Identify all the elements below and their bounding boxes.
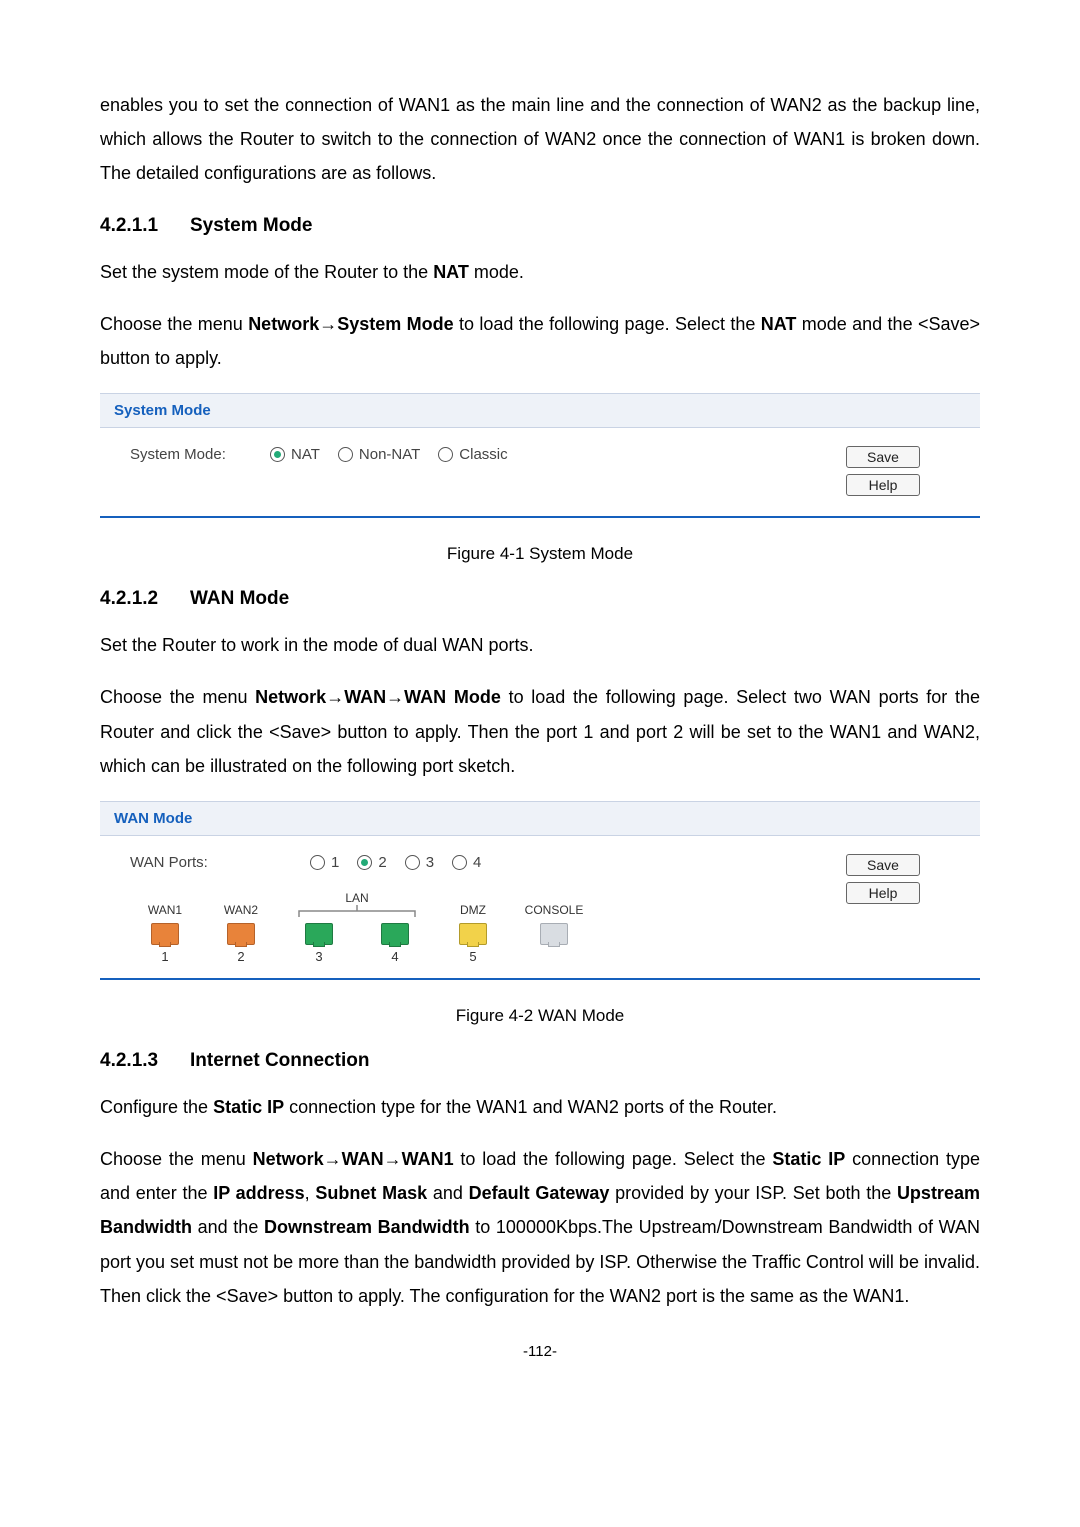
para-system-mode-1: Set the system mode of the Router to the… [100,255,980,289]
radio-nat[interactable]: NAT [270,446,320,463]
radio-wan-1[interactable]: 1 [310,854,339,871]
system-mode-label: System Mode: [130,446,270,463]
radio-dot-icon [270,447,285,462]
port-lan4: 4 [370,919,420,964]
port-icon [459,923,487,945]
radio-non-nat[interactable]: Non-NAT [338,446,420,463]
page-number: -112- [100,1343,980,1360]
port-lan3: 3 [294,919,344,964]
radio-wan-2[interactable]: 2 [357,854,386,871]
lan-bracket: LAN 3 4 [292,891,422,964]
radio-dot-icon [438,447,453,462]
radio-classic[interactable]: Classic [438,446,507,463]
port-icon [305,923,333,945]
port-icon [151,923,179,945]
save-button[interactable]: Save [846,854,920,876]
wan-mode-panel-title: WAN Mode [100,801,980,836]
port-icon [381,923,409,945]
para-system-mode-2: Choose the menu Network→System Mode to l… [100,307,980,375]
para-internet-2: Choose the menu Network→WAN→WAN1 to load… [100,1142,980,1313]
radio-dot-icon [405,855,420,870]
system-mode-panel-title: System Mode [100,393,980,428]
port-icon [227,923,255,945]
para-wan-mode-2: Choose the menu Network→WAN→WAN Mode to … [100,680,980,783]
port-console: CONSOLE [524,903,584,964]
radio-dot-icon [452,855,467,870]
help-button[interactable]: Help [846,474,920,496]
radio-wan-3[interactable]: 3 [405,854,434,871]
wan-ports-label: WAN Ports: [130,854,310,871]
figure-caption-2: Figure 4-2 WAN Mode [100,1006,980,1026]
figure-caption-1: Figure 4-1 System Mode [100,544,980,564]
port-icon [540,923,568,945]
bracket-icon [297,905,417,919]
system-mode-panel: System Mode System Mode: NAT Non-NAT Cla… [100,393,980,518]
port-dmz: DMZ 5 [448,903,498,964]
radio-dot-icon [338,447,353,462]
radio-dot-icon [357,855,372,870]
radio-wan-4[interactable]: 4 [452,854,481,871]
wan-mode-panel: WAN Mode WAN Ports: 1 2 3 [100,801,980,980]
heading-internet-connection: 4.2.1.3Internet Connection [100,1050,980,1072]
heading-system-mode: 4.2.1.1System Mode [100,215,980,237]
port-wan1: WAN1 1 [140,903,190,964]
save-button[interactable]: Save [846,446,920,468]
para-internet-1: Configure the Static IP connection type … [100,1090,980,1124]
heading-wan-mode: 4.2.1.2WAN Mode [100,588,980,610]
intro-paragraph: enables you to set the connection of WAN… [100,88,980,191]
para-wan-mode-1: Set the Router to work in the mode of du… [100,628,980,662]
radio-dot-icon [310,855,325,870]
port-wan2: WAN2 2 [216,903,266,964]
help-button[interactable]: Help [846,882,920,904]
